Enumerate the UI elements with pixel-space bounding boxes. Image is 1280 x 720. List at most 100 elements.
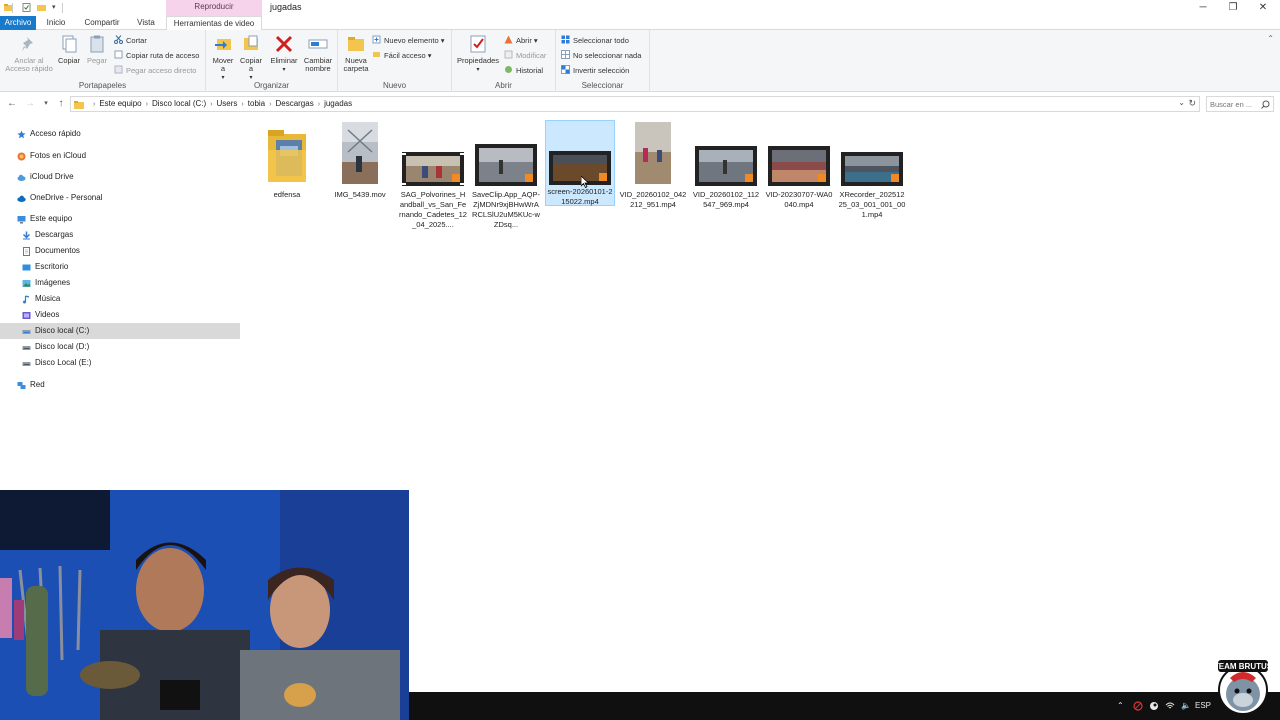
quick-access-dropdown-icon[interactable]: ▾ — [52, 3, 61, 12]
breadcrumb-separator[interactable]: › — [146, 101, 148, 108]
file-item-video[interactable]: SaveClip.App_AQP-ZjMDNr9xjBHwWrARCLSlU2u… — [471, 122, 541, 229]
nav-onedrive[interactable]: OneDrive - Personal — [0, 190, 240, 206]
nav-quick-access[interactable]: Acceso rápido — [0, 126, 240, 142]
history-button[interactable]: Historial — [504, 65, 543, 77]
nav-this-pc[interactable]: Este equipo — [0, 211, 240, 227]
file-item-folder[interactable]: edfensa — [252, 122, 322, 226]
nav-disk-c[interactable]: Disco local (C:) — [0, 323, 240, 339]
paste-button[interactable]: Pegar — [84, 34, 110, 65]
select-none-icon — [561, 50, 570, 59]
file-item-video[interactable]: VID_20260102_112547_969.mp4 — [691, 122, 761, 226]
breadcrumb-downloads[interactable]: Descargas — [275, 99, 313, 108]
nav-disk-d[interactable]: Disco local (D:) — [0, 339, 240, 355]
new-folder-button[interactable]: Nueva carpeta — [340, 34, 372, 73]
steam-icon[interactable] — [1149, 701, 1159, 711]
nav-icloud-drive[interactable]: iCloud Drive — [0, 169, 240, 185]
address-bar[interactable]: › Este equipo › Disco local (C:) › Users › tobi… — [70, 96, 1200, 112]
rename-button[interactable]: Cambiar nombre — [300, 34, 336, 73]
paste-shortcut-icon — [114, 65, 123, 74]
paste-shortcut-button[interactable]: Pegar acceso directo — [114, 65, 196, 77]
volume-icon[interactable]: 🔈 — [1181, 701, 1191, 710]
webcam-overlay — [0, 490, 409, 720]
properties-button[interactable]: Propiedades ▾ — [456, 34, 500, 74]
edit-button[interactable]: Modificar — [504, 50, 546, 62]
language-indicator[interactable]: ESP — [1195, 701, 1211, 710]
minimize-icon[interactable]: ─ — [1188, 0, 1218, 16]
forward-arrow-icon[interactable]: → — [24, 98, 36, 110]
show-hidden-icons-chevron-icon[interactable]: ⌃ — [1117, 701, 1124, 710]
open-button[interactable]: Abrir ▾ — [504, 35, 538, 47]
search-input[interactable] — [1210, 98, 1260, 110]
collapse-ribbon-icon[interactable]: ⌃ — [1267, 34, 1274, 43]
antivirus-icon[interactable] — [1133, 701, 1143, 711]
invert-selection-button[interactable]: Invertir selección — [561, 65, 629, 77]
edit-label: Modificar — [516, 51, 547, 60]
breadcrumb-separator[interactable]: › — [210, 101, 212, 108]
breadcrumb-jugadas[interactable]: jugadas — [324, 99, 352, 108]
file-item-video[interactable]: SAG_Polvorines_Handball_vs_San_Fernando_… — [398, 122, 468, 229]
restore-icon[interactable]: ❐ — [1218, 0, 1248, 16]
tab-video-tools[interactable]: Herramientas de video — [166, 16, 262, 30]
file-item-video[interactable]: VID-20230707-WA0040.mp4 — [764, 122, 834, 226]
nav-label: Música — [35, 294, 61, 303]
context-tab-play[interactable]: Reproducir — [166, 0, 262, 16]
new-item-button[interactable]: Nuevo elemento ▾ — [372, 35, 444, 47]
file-item-video[interactable]: VID_20260102_042212_951.mp4 — [618, 122, 688, 226]
nav-downloads[interactable]: Descargas — [0, 227, 240, 243]
breadcrumb-separator[interactable]: › — [318, 101, 320, 108]
new-folder-icon[interactable] — [37, 3, 46, 12]
breadcrumb-this-pc[interactable]: Este equipo — [99, 99, 141, 108]
video-thumbnail — [402, 152, 464, 186]
nav-music[interactable]: Música — [0, 291, 240, 307]
music-note-icon — [23, 295, 30, 304]
properties-icon[interactable] — [22, 3, 31, 12]
tab-share[interactable]: Compartir — [78, 16, 126, 30]
nav-icloud-photos[interactable]: Fotos en iCloud — [0, 148, 240, 164]
taskbar: ⌃ 🔈 ESP — [409, 692, 1280, 720]
file-item-video[interactable]: XRecorder_20251225_03_001_001_001.mp4 — [837, 122, 907, 226]
up-arrow-icon[interactable]: ↑ — [55, 98, 67, 110]
nav-network[interactable]: Red — [0, 377, 240, 393]
network-wifi-icon[interactable] — [1165, 701, 1175, 711]
pin-icon — [22, 37, 33, 51]
breadcrumb-tobia[interactable]: tobia — [248, 99, 265, 108]
open-label: Abrir — [516, 36, 532, 45]
back-arrow-icon[interactable]: ← — [6, 98, 18, 110]
easy-access-button[interactable]: Fácil acceso ▾ — [372, 50, 432, 62]
move-to-button[interactable]: Mover a ▾ — [210, 34, 236, 82]
search-box[interactable] — [1206, 96, 1274, 112]
close-icon[interactable]: ✕ — [1248, 0, 1278, 16]
folder-thumbnail — [268, 130, 306, 182]
group-select: Seleccionar todo No seleccionar nada Inv… — [556, 30, 650, 92]
select-all-button[interactable]: Seleccionar todo — [561, 35, 629, 47]
search-icon[interactable] — [1261, 100, 1270, 109]
nav-desktop[interactable]: Escritorio — [0, 259, 240, 275]
nav-pictures[interactable]: Imágenes — [0, 275, 240, 291]
copy-to-button[interactable]: Copiar a ▾ — [238, 34, 264, 82]
select-none-button[interactable]: No seleccionar nada — [561, 50, 641, 62]
recent-locations-dropdown-icon[interactable]: ▾ — [40, 98, 52, 110]
cloud-icon — [17, 174, 26, 181]
cut-button[interactable]: Cortar — [114, 35, 147, 47]
delete-label: Eliminar — [270, 56, 298, 65]
tab-file[interactable]: Archivo — [0, 16, 36, 30]
breadcrumb-separator[interactable]: › — [269, 101, 271, 108]
breadcrumb-disk-c[interactable]: Disco local (C:) — [152, 99, 206, 108]
copy-button[interactable]: Copiar — [56, 34, 82, 65]
tab-view[interactable]: Vista — [130, 16, 162, 30]
nav-documents[interactable]: Documentos — [0, 243, 240, 259]
address-dropdown-icon[interactable]: ⌄ — [1178, 98, 1185, 107]
breadcrumb-users[interactable]: Users — [217, 99, 238, 108]
file-item-mov[interactable]: IMG_5439.mov — [325, 122, 395, 226]
new-folder-label: Nueva carpeta — [343, 56, 369, 73]
breadcrumb-separator: › — [93, 101, 96, 108]
copy-path-button[interactable]: Copiar ruta de acceso — [114, 50, 199, 62]
refresh-icon[interactable]: ↻ — [1188, 98, 1196, 109]
file-item-video-selected[interactable]: screen-20260101-215022.mp4 — [545, 120, 615, 206]
tab-home[interactable]: Inicio — [40, 16, 72, 30]
breadcrumb-separator[interactable]: › — [241, 101, 243, 108]
delete-button[interactable]: Eliminar ▾ — [270, 34, 298, 74]
nav-videos[interactable]: Videos — [0, 307, 240, 323]
pin-button[interactable]: Anclar al Acceso rápido — [4, 34, 54, 73]
nav-disk-e[interactable]: Disco Local (E:) — [0, 355, 240, 371]
